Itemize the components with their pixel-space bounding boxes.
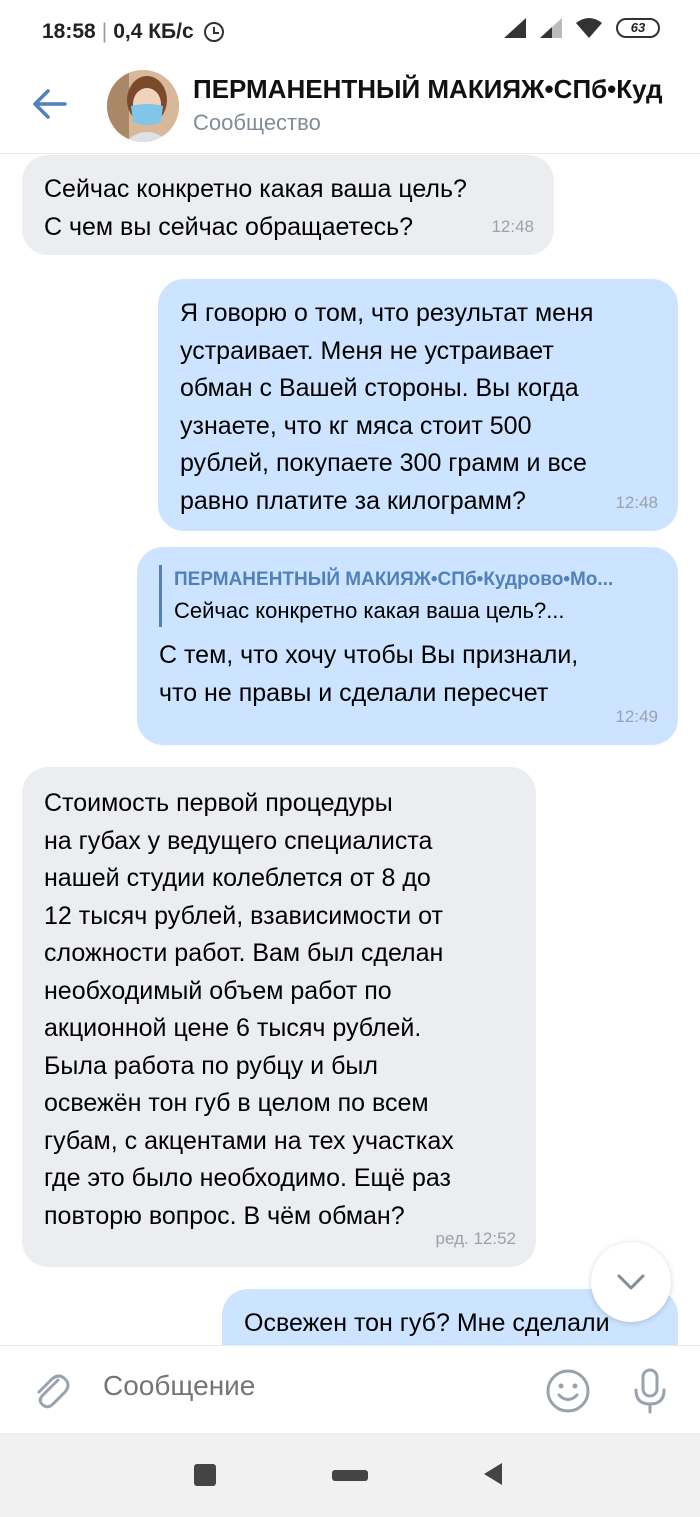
recents-button[interactable] [194,1464,216,1486]
alarm-icon [203,22,224,42]
status-time: 18:58 [42,20,96,43]
status-right: 63 [504,18,660,38]
back-button[interactable] [28,82,72,126]
message-bubble[interactable]: ПЕРМАНЕНТНЫЙ МАКИЯЖ•СПб•Кудрово•Мо... Се… [137,547,678,745]
system-back-button[interactable] [484,1463,502,1485]
home-button[interactable] [332,1470,368,1481]
wifi-icon [576,18,602,38]
status-separator: | [101,20,108,43]
chevron-down-icon [617,1274,645,1290]
chat-header: ПЕРМАНЕНТНЫЙ МАКИЯЖ•СПб•Куд Сообщество [0,62,700,154]
message-input[interactable] [103,1370,523,1402]
reply-quote[interactable]: ПЕРМАНЕНТНЫЙ МАКИЯЖ•СПб•Кудрово•Мо... Се… [159,565,656,627]
message-time: ред. 12:52 [435,1228,516,1248]
back-arrow-icon [33,89,67,119]
avatar-image [107,70,179,142]
battery-icon: 63 [616,18,660,38]
network-speed: 0,4 КБ/с [113,20,194,43]
reply-text: Сейчас конкретно какая ваша цель?... [174,598,565,623]
status-left: 18:58 | 0,4 КБ/с [42,20,224,44]
community-avatar[interactable] [107,70,179,142]
message-time: 12:49 [615,706,658,726]
message-text: Сейчас конкретно какая ваша цель? С чем … [44,175,467,241]
message-bubble[interactable]: Стоимость первой процедуры на губах у ве… [22,767,536,1267]
emoji-icon[interactable] [545,1368,591,1414]
signal-icon [504,18,526,38]
community-title[interactable]: ПЕРМАНЕНТНЫЙ МАКИЯЖ•СПб•Куд [193,74,700,105]
message-time: 12:48 [491,216,534,236]
paperclip-icon[interactable] [28,1368,72,1412]
message-list[interactable]: Сейчас конкретно какая ваша цель? С чем … [0,155,700,1345]
microphone-icon[interactable] [628,1366,672,1416]
message-text: Я говорю о том, что результат меня устра… [180,299,594,515]
message-text: Стоимость первой процедуры на губах у ве… [44,789,454,1230]
status-bar: 18:58 | 0,4 КБ/с 63 [0,0,700,62]
message-bubble[interactable]: Я говорю о том, что результат меня устра… [158,279,678,531]
signal-icon [540,18,562,38]
scroll-down-button[interactable] [591,1242,671,1322]
community-subtitle: Сообщество [193,110,321,135]
message-text: С тем, что хочу чтобы Вы признали, что н… [159,641,579,707]
message-time: 12:48 [615,492,658,512]
system-nav-bar [0,1433,700,1517]
message-text: Освежен тон губ? Мне сделали [244,1309,610,1337]
message-bubble[interactable]: Сейчас конкретно какая ваша цель? С чем … [22,155,554,255]
message-composer [0,1345,700,1433]
reply-author: ПЕРМАНЕНТНЫЙ МАКИЯЖ•СПб•Кудрово•Мо... [174,569,614,590]
